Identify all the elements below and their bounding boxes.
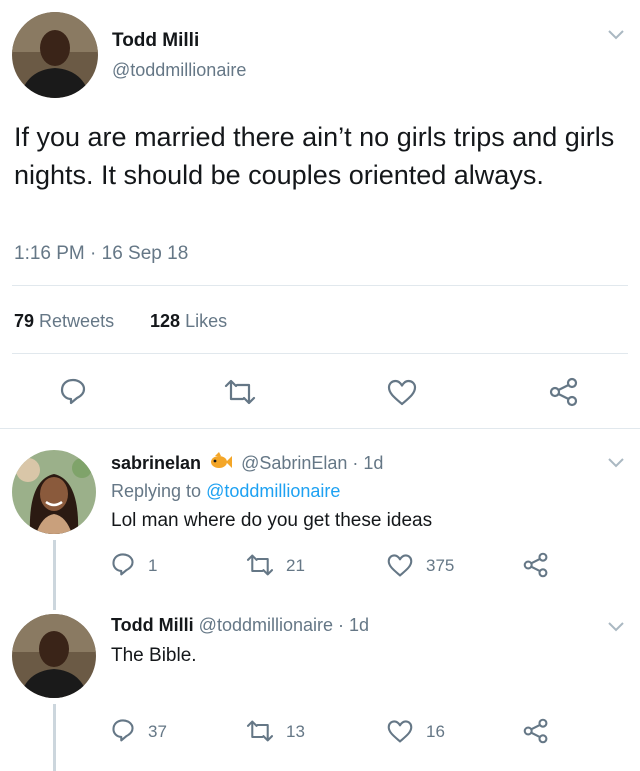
like-count: 375	[426, 556, 455, 575]
likes-label: Likes	[185, 311, 228, 331]
divider	[12, 353, 628, 354]
avatar[interactable]	[12, 450, 96, 534]
retweet-icon[interactable]	[244, 553, 276, 577]
reply-count: 37	[148, 722, 167, 741]
reply-count: 1	[148, 556, 158, 575]
reply-author-name[interactable]: sabrinelan	[111, 453, 201, 473]
like-icon[interactable]	[386, 552, 414, 578]
thread-line	[53, 704, 56, 771]
chevron-down-icon[interactable]	[605, 28, 627, 42]
reply-icon[interactable]	[110, 551, 136, 577]
thread-line	[53, 540, 56, 610]
retweet-count: 13	[286, 722, 305, 741]
replying-prefix: Replying to	[111, 481, 202, 501]
divider	[0, 428, 640, 429]
divider	[12, 285, 628, 286]
reply-text: Lol man where do you get these ideas	[111, 510, 433, 531]
reply-icon[interactable]	[58, 376, 88, 406]
reply-author-name[interactable]: Todd Milli	[111, 615, 194, 635]
retweet-icon[interactable]	[222, 378, 258, 406]
like-icon[interactable]	[386, 377, 418, 407]
share-icon[interactable]	[548, 377, 580, 407]
likes-stat[interactable]: 128 Likes	[150, 311, 227, 332]
author-name[interactable]: Todd Milli	[112, 30, 199, 52]
reply-author-handle[interactable]: @SabrinElan · 1d	[241, 453, 383, 473]
share-icon[interactable]	[522, 552, 550, 578]
tweet-text: If you are married there ain’t no girls …	[14, 122, 615, 190]
chevron-down-icon[interactable]	[605, 620, 627, 634]
avatar[interactable]	[12, 12, 98, 98]
retweet-icon[interactable]	[244, 719, 276, 743]
reply-header: sabrinelan @SabrinElan · 1d	[111, 452, 383, 477]
reply-icon[interactable]	[110, 717, 136, 743]
retweets-count: 79	[14, 311, 35, 331]
share-icon[interactable]	[522, 718, 550, 744]
likes-count: 128	[150, 311, 181, 331]
author-handle[interactable]: @toddmillionaire	[112, 60, 246, 81]
retweets-label: Retweets	[39, 311, 115, 331]
retweet-count: 21	[286, 556, 305, 575]
avatar[interactable]	[12, 614, 96, 698]
like-count: 16	[426, 722, 445, 741]
reply-author-handle[interactable]: @toddmillionaire · 1d	[199, 615, 369, 635]
reply-text: The Bible.	[111, 645, 197, 666]
like-icon[interactable]	[386, 718, 414, 744]
replying-to-link[interactable]: @toddmillionaire	[206, 481, 340, 501]
retweets-stat[interactable]: 79 Retweets	[14, 311, 114, 332]
tweet-timestamp[interactable]: 1:16 PM · 16 Sep 18	[14, 243, 188, 265]
reply-header: Todd Milli @toddmillionaire · 1d	[111, 615, 369, 636]
fish-emoji-icon	[209, 452, 233, 477]
chevron-down-icon[interactable]	[605, 456, 627, 470]
replying-to: Replying to @toddmillionaire	[111, 481, 340, 502]
